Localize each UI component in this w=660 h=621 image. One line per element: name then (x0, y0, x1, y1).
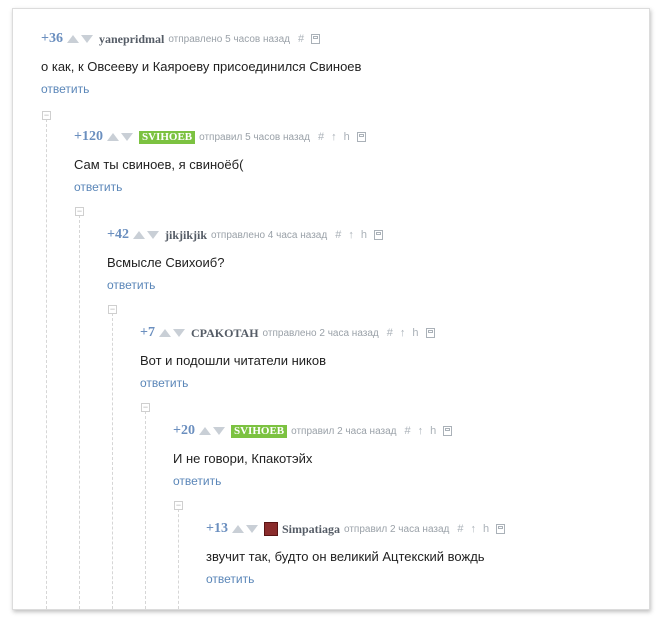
save-icon[interactable] (373, 230, 383, 240)
hash-link-icon[interactable]: # (335, 229, 341, 241)
downvote-icon[interactable] (80, 35, 93, 43)
vote-controls (132, 231, 159, 239)
comment-text: Сам ты свиноев, я свиноёб( (74, 157, 244, 172)
comment: +36 yanepridmal отправлено 5 часов назад… (41, 31, 361, 98)
downvote-icon[interactable] (172, 329, 185, 337)
comment-author-badge[interactable]: SVIHOEB (230, 424, 288, 438)
comment-author[interactable]: jikjikjik (165, 228, 207, 243)
comment-text: Вот и подошли читатели ников (140, 353, 327, 368)
comment-timestamp: отправил 2 часа назад (344, 523, 450, 535)
comment-timestamp: отправлено 5 часов назад (168, 33, 290, 45)
vote-controls (198, 427, 225, 435)
thread-line (178, 509, 179, 609)
comment-rating: +13 (206, 521, 228, 536)
comment-rating: +42 (107, 227, 129, 242)
thread-line (79, 215, 80, 609)
downvote-icon[interactable] (245, 525, 258, 533)
comment: +13 Simpatiaga отправил 2 часа назад # ↑… (206, 521, 506, 588)
vote-controls (106, 133, 133, 141)
hash-link-icon[interactable]: # (387, 327, 393, 339)
comment-rating: +7 (140, 325, 155, 340)
upvote-icon[interactable] (158, 329, 171, 337)
comment-header: +20 SVIHOEB отправил 2 часа назад # ↑ h (173, 423, 453, 439)
comment-timestamp: отправил 2 часа назад (291, 425, 397, 437)
parent-arrow-icon[interactable]: ↑ (400, 327, 406, 339)
downvote-icon[interactable] (212, 427, 225, 435)
thread-line (112, 313, 113, 609)
comment-timestamp: отправлено 2 часа назад (262, 327, 379, 339)
comment-author[interactable]: CPAKOTAH (191, 326, 259, 341)
reply-link[interactable]: ответить (41, 82, 89, 96)
hash-link-icon[interactable]: # (298, 33, 304, 45)
collapse-toggle-icon[interactable]: − (174, 501, 183, 510)
parent-arrow-icon[interactable]: ↑ (471, 523, 477, 535)
comment-rating: +36 (41, 31, 63, 46)
comment-text: Всмысле Свихоиб? (107, 255, 225, 270)
comment-header: +36 yanepridmal отправлено 5 часов назад… (41, 31, 361, 47)
reply-link[interactable]: ответить (206, 572, 254, 586)
save-icon[interactable] (496, 524, 506, 534)
parent-arrow-icon[interactable]: ↑ (331, 131, 337, 143)
comment: +20 SVIHOEB отправил 2 часа назад # ↑ h … (173, 423, 453, 490)
branch-icon[interactable]: h (344, 131, 350, 143)
upvote-icon[interactable] (106, 133, 119, 141)
hash-link-icon[interactable]: # (457, 523, 463, 535)
save-icon[interactable] (356, 132, 366, 142)
reply-link[interactable]: ответить (140, 376, 188, 390)
upvote-icon[interactable] (66, 35, 79, 43)
comment: +42 jikjikjik отправлено 4 часа назад # … (107, 227, 383, 294)
save-icon[interactable] (443, 426, 453, 436)
comment: +120 SVIHOEB отправил 5 часов назад # ↑ … (74, 129, 366, 196)
comment-header: +13 Simpatiaga отправил 2 часа назад # ↑… (206, 521, 506, 537)
save-icon[interactable] (425, 328, 435, 338)
comment-text: о как, к Овсееву и Каяроеву присоединилс… (41, 59, 362, 74)
vote-controls (158, 329, 185, 337)
downvote-icon[interactable] (120, 133, 133, 141)
comment-header: +7 CPAKOTAH отправлено 2 часа назад # ↑ … (140, 325, 435, 341)
hash-link-icon[interactable]: # (405, 425, 411, 437)
vote-controls (231, 525, 258, 533)
parent-arrow-icon[interactable]: ↑ (418, 425, 424, 437)
save-icon[interactable] (311, 34, 321, 44)
branch-icon[interactable]: h (361, 229, 367, 241)
comment: +7 CPAKOTAH отправлено 2 часа назад # ↑ … (140, 325, 435, 392)
downvote-icon[interactable] (146, 231, 159, 239)
comment-rating: +120 (74, 129, 103, 144)
reply-link[interactable]: ответить (107, 278, 155, 292)
branch-icon[interactable]: h (430, 425, 436, 437)
hash-link-icon[interactable]: # (318, 131, 324, 143)
comment-author-badge[interactable]: SVIHOEB (138, 130, 196, 144)
reply-link[interactable]: ответить (173, 474, 221, 488)
thread-line (145, 411, 146, 609)
avatar[interactable] (263, 522, 278, 536)
collapse-toggle-icon[interactable]: − (108, 305, 117, 314)
comment-header: +42 jikjikjik отправлено 4 часа назад # … (107, 227, 383, 243)
comment-text: звучит так, будто он великий Ацтекский в… (206, 549, 485, 564)
comment-author[interactable]: yanepridmal (99, 32, 164, 47)
comment-author[interactable]: Simpatiaga (282, 522, 340, 537)
comment-timestamp: отправил 5 часов назад (199, 131, 310, 143)
comment-text: И не говори, Кпакотэйх (173, 451, 313, 466)
collapse-toggle-icon[interactable]: − (42, 111, 51, 120)
thread-line (46, 119, 47, 609)
branch-icon[interactable]: h (483, 523, 489, 535)
collapse-toggle-icon[interactable]: − (75, 207, 84, 216)
upvote-icon[interactable] (231, 525, 244, 533)
reply-link[interactable]: ответить (74, 180, 122, 194)
collapse-toggle-icon[interactable]: − (141, 403, 150, 412)
upvote-icon[interactable] (132, 231, 145, 239)
parent-arrow-icon[interactable]: ↑ (348, 229, 354, 241)
comment-timestamp: отправлено 4 часа назад (211, 229, 328, 241)
comment-header: +120 SVIHOEB отправил 5 часов назад # ↑ … (74, 129, 366, 145)
comment-rating: +20 (173, 423, 195, 438)
branch-icon[interactable]: h (412, 327, 418, 339)
vote-controls (66, 35, 93, 43)
comments-panel: − − − − − +36 yanepridmal отправлено 5 ч… (12, 8, 650, 610)
upvote-icon[interactable] (198, 427, 211, 435)
